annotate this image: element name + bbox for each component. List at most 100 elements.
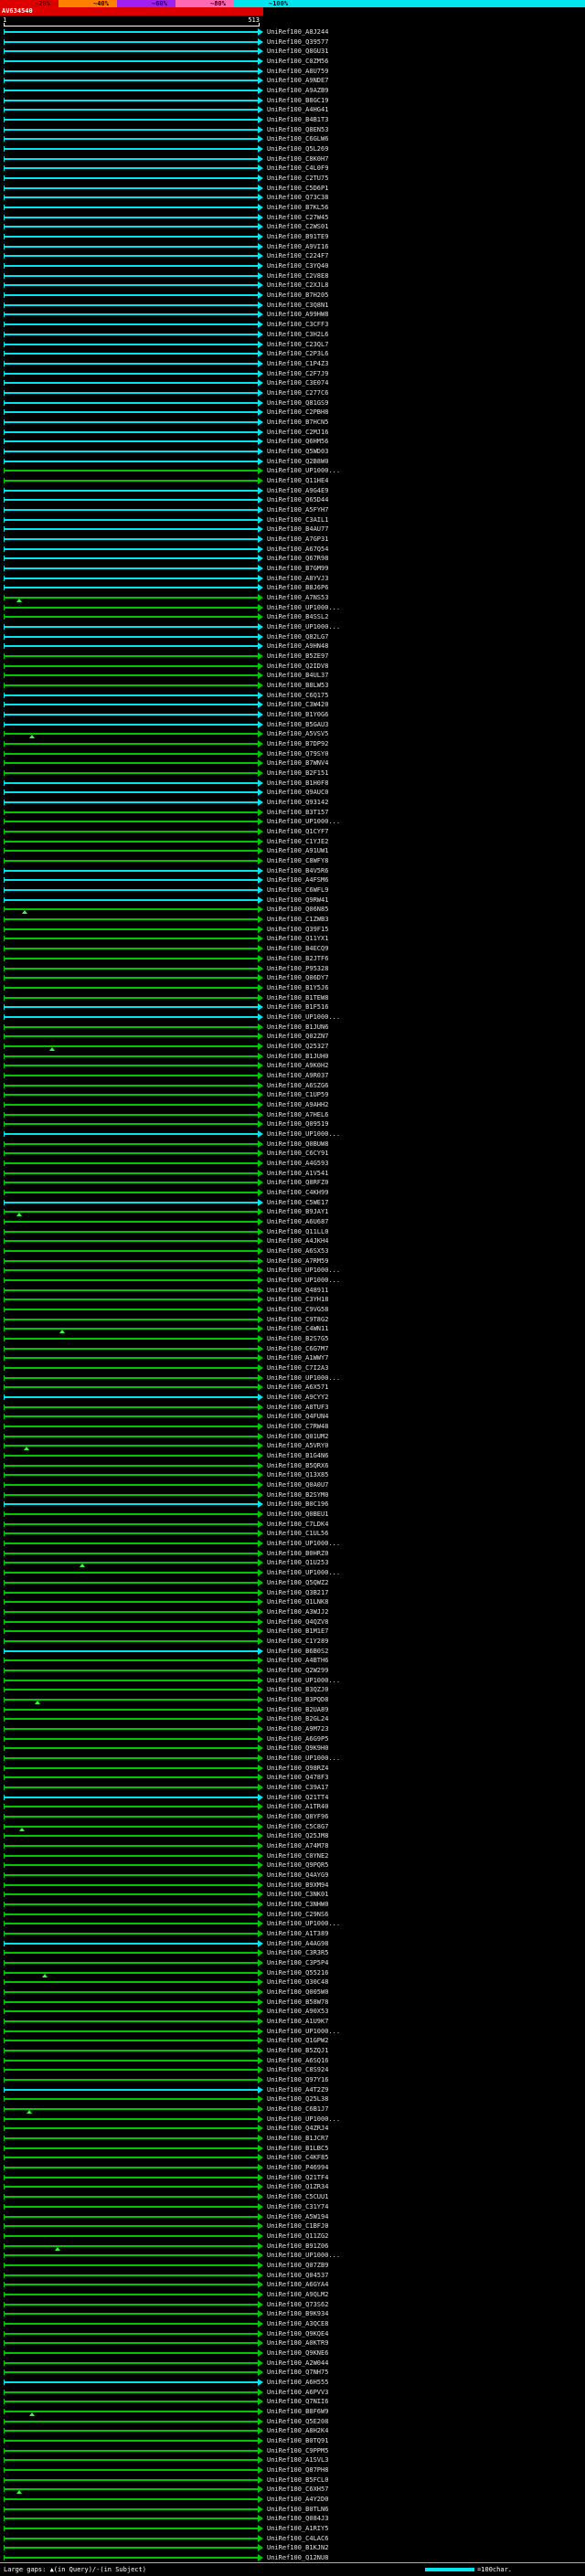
- hit-bar[interactable]: [4, 2069, 258, 2072]
- hit-bar[interactable]: [4, 752, 258, 755]
- hit-bar[interactable]: [4, 567, 258, 569]
- hit-bar[interactable]: [4, 2284, 258, 2286]
- hit-label[interactable]: UniRef100_C8K0H7: [267, 155, 328, 164]
- hit-bar[interactable]: [4, 1484, 258, 1487]
- hit-label[interactable]: UniRef100_A9R037: [267, 1072, 328, 1080]
- hit-bar[interactable]: [4, 1094, 258, 1097]
- hit-label[interactable]: UniRef100_Q9AUC0: [267, 789, 328, 797]
- hit-bar[interactable]: [4, 479, 258, 482]
- hit-bar[interactable]: [4, 1269, 258, 1272]
- hit-label[interactable]: UniRef100_C6GLW6: [267, 135, 328, 143]
- hit-label[interactable]: UniRef100_C5D6P1: [267, 185, 328, 193]
- hit-bar[interactable]: [4, 284, 258, 287]
- hit-label[interactable]: UniRef100_Q6HM56: [267, 438, 328, 446]
- hit-bar[interactable]: [4, 2263, 258, 2266]
- hit-bar[interactable]: [4, 508, 258, 511]
- hit-bar[interactable]: [4, 1883, 258, 1886]
- hit-bar[interactable]: [4, 801, 258, 804]
- hit-label[interactable]: UniRef100_B91Z06: [267, 2242, 328, 2251]
- hit-label[interactable]: UniRef100_Q9PQR5: [267, 1861, 328, 1870]
- hit-label[interactable]: UniRef100_C4LAC6: [267, 2535, 328, 2543]
- hit-label[interactable]: UniRef100_B8J6P6: [267, 584, 328, 592]
- hit-label[interactable]: UniRef100_C9PPM5: [267, 2447, 328, 2455]
- hit-bar[interactable]: [4, 1338, 258, 1341]
- hit-bar[interactable]: [4, 333, 258, 335]
- hit-bar[interactable]: [4, 528, 258, 531]
- hit-label[interactable]: UniRef100_C7RW48: [267, 1423, 328, 1431]
- hit-label[interactable]: UniRef100_Q8YF96: [267, 1813, 328, 1821]
- hit-bar[interactable]: [4, 2215, 258, 2218]
- hit-label[interactable]: UniRef100_B2SYM0: [267, 1491, 328, 1500]
- hit-label[interactable]: UniRef100_B7H205: [267, 292, 328, 300]
- hit-bar[interactable]: [4, 2108, 258, 2111]
- hit-bar[interactable]: [4, 781, 258, 784]
- hit-label[interactable]: UniRef100_Q12NU8: [267, 2554, 328, 2562]
- hit-label[interactable]: UniRef100_B7DP92: [267, 740, 328, 748]
- hit-label[interactable]: UniRef100_C6Q175: [267, 692, 328, 700]
- hit-label[interactable]: UniRef100_Q06N85: [267, 906, 328, 914]
- hit-label[interactable]: UniRef100_B5ZE97: [267, 652, 328, 661]
- hit-bar[interactable]: [4, 889, 258, 892]
- hit-label[interactable]: UniRef100_B3T157: [267, 809, 328, 817]
- hit-label[interactable]: UniRef100_Q81GS9: [267, 399, 328, 408]
- hit-bar[interactable]: [4, 1962, 258, 1965]
- hit-label[interactable]: UniRef100_A90X53: [267, 2008, 328, 2016]
- hit-label[interactable]: UniRef100_A9K0H2: [267, 1062, 328, 1070]
- hit-bar[interactable]: [4, 1893, 258, 1896]
- hit-bar[interactable]: [4, 1367, 258, 1370]
- hit-label[interactable]: UniRef100_A99HW8: [267, 311, 328, 319]
- hit-label[interactable]: UniRef100_B9JAY1: [267, 1208, 328, 1216]
- hit-bar[interactable]: [4, 2547, 258, 2549]
- hit-bar[interactable]: [4, 177, 258, 180]
- hit-label[interactable]: UniRef100_A6SQ16: [267, 2057, 328, 2065]
- hit-bar[interactable]: [4, 587, 258, 589]
- hit-label[interactable]: UniRef100_A1WWY7: [267, 1354, 328, 1362]
- hit-label[interactable]: UniRef100_Q25327: [267, 1043, 328, 1051]
- hit-label[interactable]: UniRef100_UP1000...: [267, 2028, 340, 2036]
- hit-label[interactable]: UniRef100_UP1000...: [267, 1677, 340, 1685]
- hit-label[interactable]: UniRef100_P46994: [267, 2164, 328, 2172]
- hit-bar[interactable]: [4, 303, 258, 306]
- hit-label[interactable]: UniRef100_B91TE9: [267, 233, 328, 241]
- hit-bar[interactable]: [4, 2293, 258, 2295]
- hit-label[interactable]: UniRef100_B1Y5J6: [267, 984, 328, 992]
- hit-label[interactable]: UniRef100_C4L0F9: [267, 164, 328, 173]
- hit-label[interactable]: UniRef100_UP1000...: [267, 1920, 340, 1928]
- hit-bar[interactable]: [4, 1532, 258, 1535]
- hit-label[interactable]: UniRef100_C8WFY8: [267, 857, 328, 865]
- hit-label[interactable]: UniRef100_B0TLN6: [267, 2506, 328, 2514]
- hit-bar[interactable]: [4, 2518, 258, 2520]
- hit-bar[interactable]: [4, 255, 258, 258]
- hit-label[interactable]: UniRef100_A4HG41: [267, 106, 328, 114]
- hit-bar[interactable]: [4, 1542, 258, 1545]
- hit-bar[interactable]: [4, 1230, 258, 1233]
- hit-label[interactable]: UniRef100_Q8EN53: [267, 126, 328, 134]
- hit-bar[interactable]: [4, 1386, 258, 1389]
- hit-label[interactable]: UniRef100_B4ECQ9: [267, 945, 328, 953]
- hit-bar[interactable]: [4, 391, 258, 394]
- hit-bar[interactable]: [4, 245, 258, 248]
- hit-label[interactable]: UniRef100_B1H0F8: [267, 779, 328, 788]
- hit-label[interactable]: UniRef100_UP1000...: [267, 1267, 340, 1275]
- hit-label[interactable]: UniRef100_B7WNV4: [267, 759, 328, 768]
- hit-label[interactable]: UniRef100_Q478F3: [267, 1774, 328, 1782]
- hit-bar[interactable]: [4, 1161, 258, 1164]
- hit-label[interactable]: UniRef100_B1G4N6: [267, 1452, 328, 1460]
- hit-label[interactable]: UniRef100_A67Q54: [267, 546, 328, 554]
- hit-bar[interactable]: [4, 547, 258, 550]
- hit-label[interactable]: UniRef100_B2F151: [267, 769, 328, 778]
- hit-bar[interactable]: [4, 898, 258, 901]
- hit-label[interactable]: UniRef100_A4FSM6: [267, 876, 328, 885]
- hit-bar[interactable]: [4, 918, 258, 921]
- hit-label[interactable]: UniRef100_A9QLM2: [267, 2291, 328, 2299]
- hit-label[interactable]: UniRef100_C3YQ40: [267, 262, 328, 270]
- hit-bar[interactable]: [4, 2225, 258, 2228]
- hit-bar[interactable]: [4, 236, 258, 239]
- hit-label[interactable]: UniRef100_A9G4E9: [267, 487, 328, 495]
- hit-bar[interactable]: [4, 1074, 258, 1076]
- hit-label[interactable]: UniRef100_Q06DY7: [267, 974, 328, 982]
- hit-label[interactable]: UniRef100_UP1000...: [267, 1374, 340, 1383]
- hit-label[interactable]: UniRef100_Q73S62: [267, 2301, 328, 2309]
- hit-bar[interactable]: [4, 470, 258, 472]
- hit-bar[interactable]: [4, 450, 258, 452]
